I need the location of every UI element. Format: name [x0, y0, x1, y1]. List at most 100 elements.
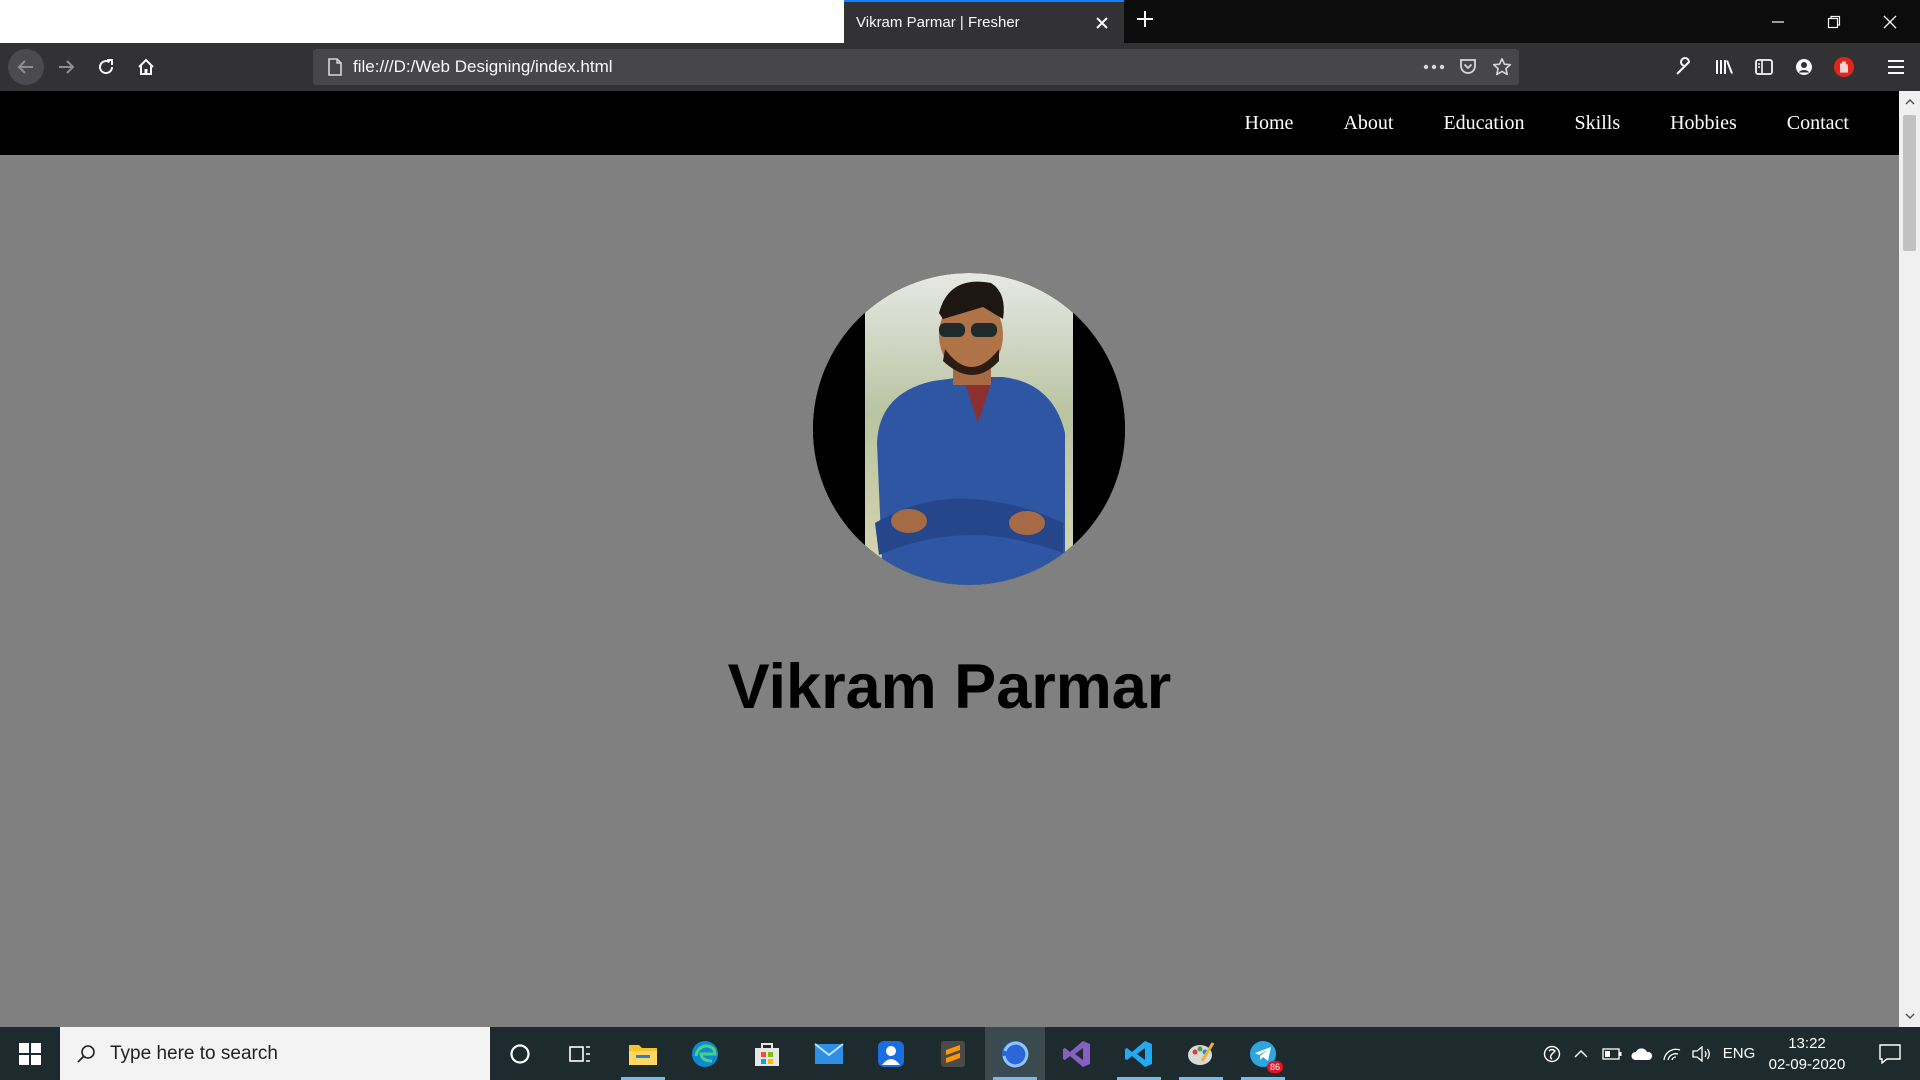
minimize-icon [1772, 20, 1784, 23]
site-navigation: Home About Education Skills Hobbies Cont… [0, 91, 1899, 155]
nav-home[interactable]: Home [1245, 112, 1294, 135]
tray-language[interactable]: ENG [1720, 1027, 1758, 1080]
extension-icon [1834, 57, 1854, 77]
web-page-viewport: Home About Education Skills Hobbies Cont… [0, 91, 1920, 1027]
account-button[interactable] [1786, 49, 1822, 85]
forward-icon [59, 60, 75, 74]
plus-icon [1136, 10, 1154, 33]
store-icon [755, 1042, 779, 1066]
reload-icon [99, 59, 114, 75]
vscode-icon [1125, 1040, 1152, 1067]
notification-icon [1879, 1043, 1901, 1064]
nav-hobbies[interactable]: Hobbies [1670, 112, 1737, 135]
sidebar-button[interactable] [1746, 49, 1782, 85]
pocket-icon[interactable] [1451, 50, 1485, 84]
minimize-button[interactable] [1750, 0, 1806, 43]
reload-button[interactable] [88, 49, 124, 85]
home-button[interactable] [128, 49, 164, 85]
restore-button[interactable] [1806, 0, 1862, 43]
more-actions-icon[interactable] [1417, 50, 1451, 84]
taskbar-vscode[interactable] [1109, 1027, 1169, 1080]
action-center-button[interactable] [1860, 1027, 1920, 1080]
cortana-icon [510, 1043, 530, 1064]
nav-skills[interactable]: Skills [1575, 112, 1621, 135]
cortana-button[interactable] [490, 1027, 550, 1080]
browser-toolbar: file:///D:/Web Designing/index.html [0, 43, 1920, 91]
scroll-up-arrow-icon[interactable] [1899, 91, 1920, 113]
tray-wifi-icon[interactable] [1658, 1027, 1686, 1080]
taskbar-mail[interactable] [799, 1027, 859, 1080]
taskbar-paint[interactable] [1171, 1027, 1231, 1080]
close-icon [1883, 15, 1897, 28]
taskbar-store[interactable] [737, 1027, 797, 1080]
taskbar-clock[interactable]: 13:22 02-09-2020 [1760, 1027, 1854, 1080]
wrench-icon [1676, 57, 1691, 75]
account-icon [1796, 59, 1812, 75]
taskbar-edge[interactable] [675, 1027, 735, 1080]
new-tab-button[interactable] [1130, 6, 1160, 36]
search-placeholder[interactable]: Type here to search [110, 1043, 278, 1065]
hamburger-menu-icon [1888, 60, 1904, 74]
start-button[interactable] [0, 1027, 60, 1080]
forward-button[interactable] [48, 49, 84, 85]
nav-contact[interactable]: Contact [1787, 112, 1849, 135]
taskbar-visual-studio[interactable] [1047, 1027, 1107, 1080]
taskbar-sublime-text[interactable] [923, 1027, 983, 1080]
tab-close-icon[interactable] [1088, 9, 1116, 37]
sidebar-icon [1755, 59, 1773, 75]
bookmark-star-icon[interactable] [1485, 50, 1519, 84]
page-scrollbar[interactable] [1899, 91, 1920, 1027]
firefox-icon [1002, 1040, 1029, 1068]
telegram-unread-badge: 86 [1266, 1061, 1283, 1073]
tab-vikram-parmar[interactable]: Vikram Parmar | Fresher [844, 0, 1124, 43]
tab-strip-blank-area [0, 0, 844, 43]
profile-photo [813, 273, 1125, 585]
taskbar-app[interactable] [861, 1027, 921, 1080]
library-button[interactable] [1706, 49, 1742, 85]
windows-start-icon [19, 1042, 41, 1065]
menu-button[interactable] [1878, 49, 1914, 85]
app-icon [878, 1040, 904, 1067]
developer-tools-button[interactable] [1666, 49, 1702, 85]
mail-icon [814, 1042, 844, 1064]
tray-battery-icon[interactable] [1598, 1027, 1626, 1080]
edge-icon [692, 1040, 718, 1067]
desktop-screen: Vikram Parmar | Fresher file:///D:/Web D… [0, 0, 1920, 1080]
task-view-icon [569, 1045, 590, 1062]
taskbar-search-box[interactable]: Type here to search [60, 1027, 490, 1080]
scroll-down-arrow-icon[interactable] [1899, 1005, 1920, 1027]
visual-studio-icon [1063, 1040, 1090, 1067]
tray-onedrive-icon[interactable] [1628, 1027, 1656, 1080]
clock-date: 02-09-2020 [1768, 1055, 1846, 1073]
sublime-text-icon [941, 1040, 965, 1067]
taskbar-file-explorer[interactable] [613, 1027, 673, 1080]
profile-name-heading: Vikram Parmar [727, 652, 1172, 722]
browser-tab-strip: Vikram Parmar | Fresher [0, 0, 1920, 43]
language-indicator: ENG [1722, 1045, 1756, 1062]
taskbar-firefox[interactable] [985, 1027, 1045, 1080]
windows-taskbar: Type here to search 86 ENG 13:22 02-09-2… [0, 1027, 1920, 1080]
tab-title: Vikram Parmar | Fresher [856, 14, 1020, 31]
task-view-button[interactable] [550, 1027, 610, 1080]
page-icon [323, 55, 347, 79]
tray-sync-icon[interactable] [1538, 1027, 1566, 1080]
clock-time: 13:22 [1788, 1034, 1826, 1052]
extension-button[interactable] [1826, 49, 1862, 85]
file-explorer-icon [629, 1044, 657, 1065]
taskbar-telegram[interactable]: 86 [1233, 1027, 1293, 1080]
paint-icon [1188, 1041, 1215, 1065]
nav-about[interactable]: About [1343, 112, 1393, 135]
back-button[interactable] [8, 49, 44, 85]
back-icon [17, 60, 33, 74]
search-icon [77, 1044, 95, 1063]
restore-icon [1827, 15, 1841, 28]
tray-chevron-up-icon[interactable] [1568, 1027, 1594, 1080]
close-window-button[interactable] [1862, 0, 1918, 43]
tray-volume-icon[interactable] [1688, 1027, 1716, 1080]
home-icon [138, 58, 154, 75]
library-icon [1716, 60, 1733, 74]
url-bar[interactable]: file:///D:/Web Designing/index.html [313, 49, 1519, 85]
nav-education[interactable]: Education [1443, 112, 1524, 135]
scrollbar-thumb[interactable] [1903, 115, 1916, 251]
url-text[interactable]: file:///D:/Web Designing/index.html [353, 57, 1417, 77]
